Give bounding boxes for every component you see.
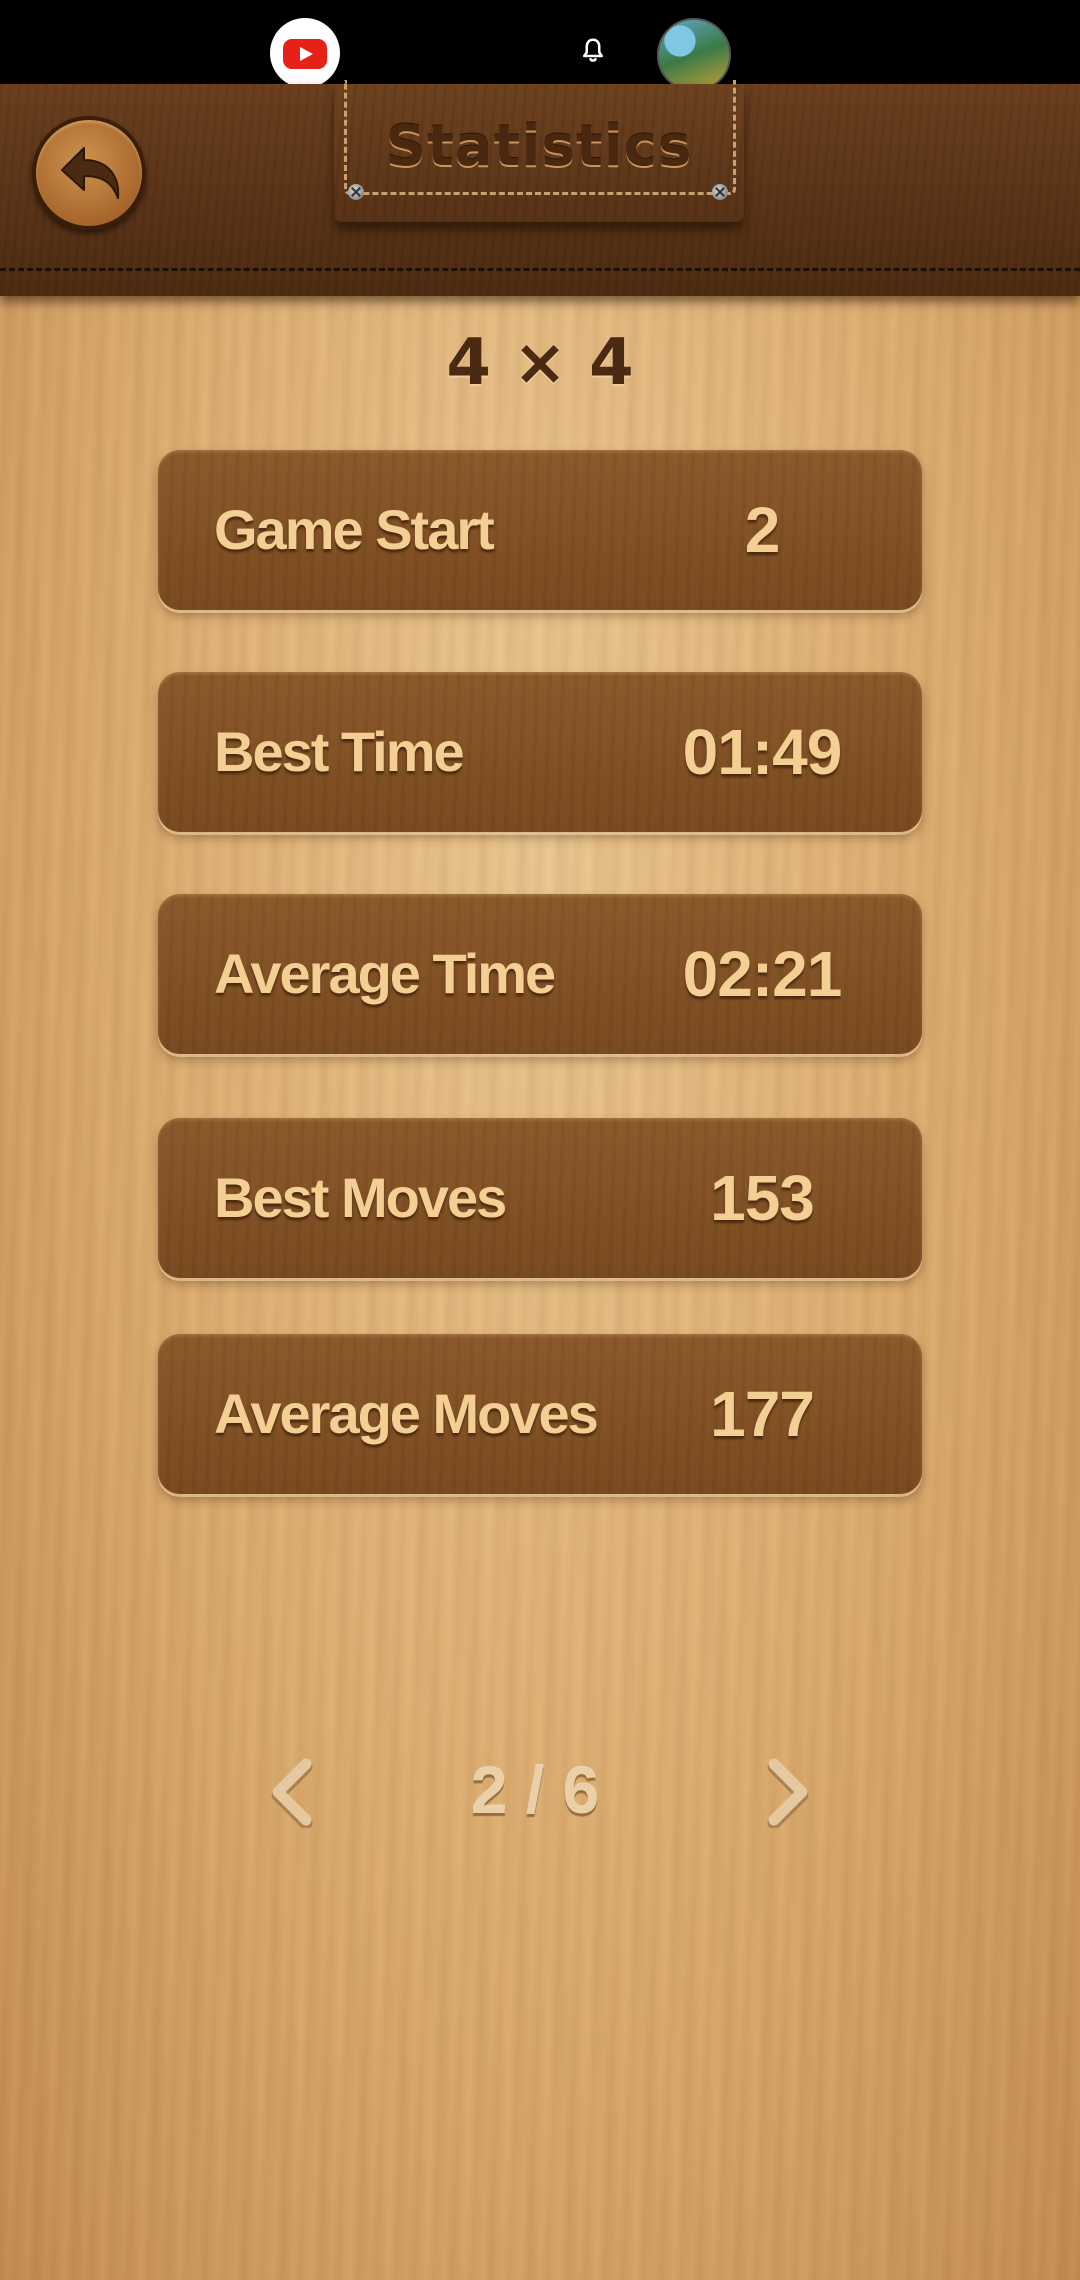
prev-page-button[interactable] [262,1756,322,1830]
bell-icon[interactable] [578,36,608,66]
chevron-left-icon [271,1758,313,1830]
undo-arrow-icon [61,147,120,199]
stat-label: Game Start [214,498,495,561]
back-button[interactable] [32,116,146,230]
page-title: Statistics [385,114,693,179]
screw-icon [348,184,364,200]
stat-card-best-moves: Best Moves 153 [158,1118,922,1278]
stat-label: Average Moves [214,1382,599,1445]
screw-icon [712,184,728,200]
stat-label: Best Moves [214,1166,507,1229]
youtube-icon[interactable] [270,18,340,88]
header-bar: Statistics [0,80,1080,296]
header-stitching [0,268,1080,271]
stat-value: 2 [744,494,781,566]
page-indicator: 2 / 6 [470,1753,600,1827]
stat-card-average-time: Average Time 02:21 [158,894,922,1054]
chevron-right-icon [767,1758,809,1830]
stat-card-game-start: Game Start 2 [158,450,922,610]
stat-value: 177 [710,1378,815,1450]
title-plate: Statistics [334,80,744,222]
stat-label: Average Time [214,942,556,1005]
stat-label: Best Time [214,720,465,783]
stat-value: 02:21 [682,938,843,1010]
stat-card-best-time: Best Time 01:49 [158,672,922,832]
stat-value: 153 [710,1162,815,1234]
stat-card-average-moves: Average Moves 177 [158,1334,922,1494]
next-page-button[interactable] [758,1756,818,1830]
board-size-label: 4 × 4 [446,326,634,400]
stat-value: 01:49 [682,716,843,788]
